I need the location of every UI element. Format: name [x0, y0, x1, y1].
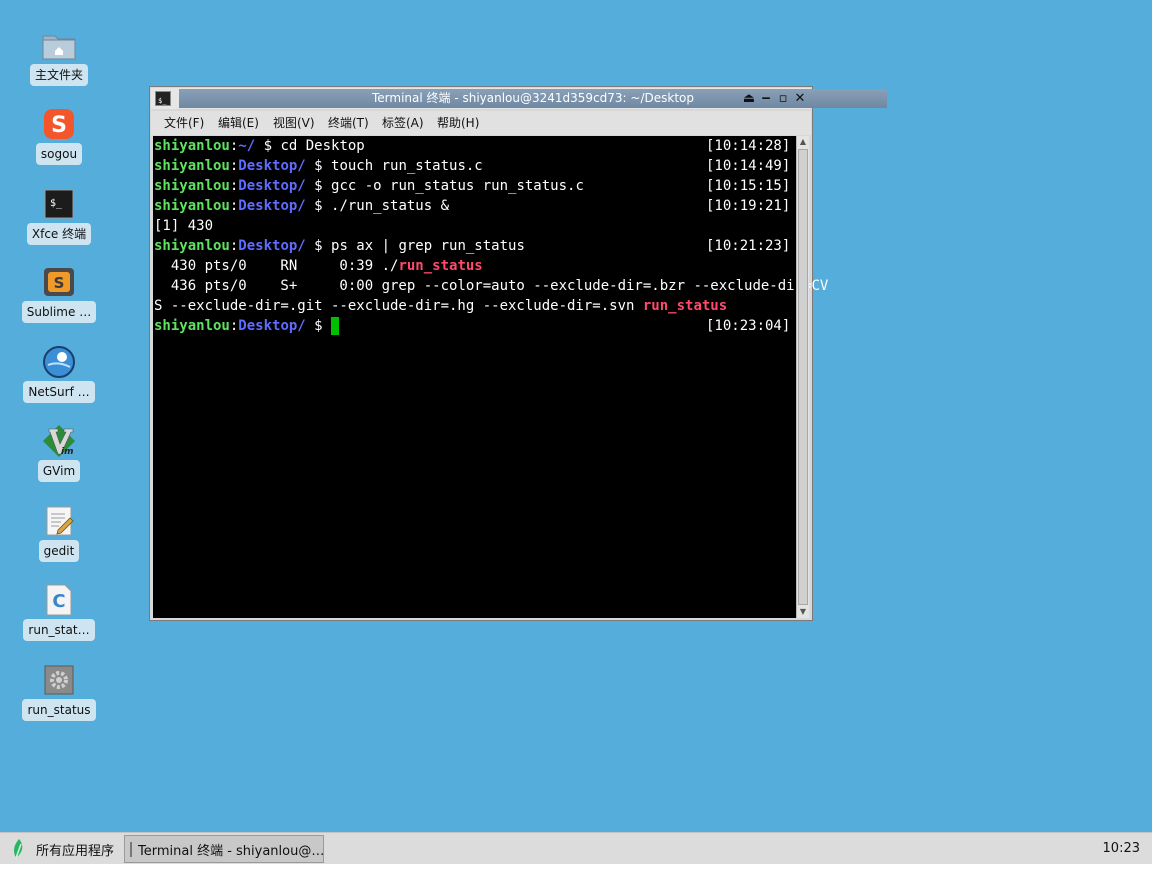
terminal-icon: $_ [42, 187, 76, 221]
desktop-icon-label: gedit [38, 540, 80, 562]
applications-menu-label: 所有应用程序 [36, 843, 115, 859]
terminal-line: shiyanlou:Desktop/ $ ./run_status & [154, 198, 450, 214]
netsurf-icon [42, 345, 76, 379]
timestamp: [10:14:49] [706, 158, 791, 174]
shade-icon[interactable]: ⏏ [741, 91, 757, 107]
app-menu-leaf-icon [10, 838, 28, 860]
svg-text:$_: $_ [158, 97, 167, 105]
gedit-icon [42, 504, 76, 538]
desktop-icon-run-status[interactable]: run_status [18, 663, 100, 727]
desktop-icon-label: sogou [35, 143, 83, 165]
minimize-icon[interactable]: ‒ [758, 91, 774, 107]
desktop-icon-label: run_stat… [23, 619, 95, 641]
executable-gear-icon [42, 663, 76, 697]
terminal-scrollbar[interactable]: ▲ ▼ [796, 136, 809, 618]
svg-text:S: S [54, 274, 65, 292]
taskbar: 所有应用程序 Terminal 终端 - shiyanlou@… 10:23 [0, 832, 1152, 864]
gvim-icon: im [42, 424, 76, 458]
sublime-icon: S [42, 265, 76, 299]
svg-text:C: C [52, 591, 65, 612]
timestamp: [10:23:04] [706, 318, 791, 334]
desktop: 主文件夹 S sogou $_ Xfce 终端 S Sublime … NetS… [0, 0, 1152, 832]
text-cursor [331, 317, 340, 335]
screen-bottom-strip [0, 864, 1152, 896]
desktop-icon-label: GVim [37, 460, 81, 482]
terminal-output-line: [1] 430 [154, 218, 214, 234]
taskbar-window-label: Terminal 终端 - shiyanlou@… [138, 843, 324, 859]
desktop-icon-label: run_status [22, 699, 96, 721]
sogou-icon: S [42, 107, 76, 141]
menu-terminal[interactable]: 终端(T) [328, 111, 369, 135]
terminal-output-line: 436 pts/0 S+ 0:00 grep --color=auto --ex… [154, 278, 829, 294]
scroll-down-icon[interactable]: ▼ [797, 606, 809, 618]
menu-help[interactable]: 帮助(H) [437, 111, 479, 135]
terminal-prompt-line: shiyanlou:Desktop/ $ [154, 316, 340, 336]
desktop-icon-gvim[interactable]: im GVim [18, 424, 100, 488]
menu-file[interactable]: 文件(F) [164, 111, 204, 135]
maximize-icon[interactable]: ▫ [775, 91, 791, 107]
timestamp: [10:14:28] [706, 138, 791, 154]
desktop-icon-netsurf[interactable]: NetSurf … [18, 345, 100, 409]
scroll-up-icon[interactable]: ▲ [797, 136, 809, 148]
desktop-icon-home[interactable]: 主文件夹 [18, 28, 100, 92]
menu-view[interactable]: 视图(V) [273, 111, 315, 135]
desktop-icon-label: NetSurf … [23, 381, 95, 403]
terminal-app-icon[interactable]: $_ [155, 91, 171, 106]
home-folder-icon [42, 28, 76, 62]
desktop-icon-label: 主文件夹 [29, 64, 88, 86]
terminal-line: shiyanlou:Desktop/ $ touch run_status.c [154, 158, 483, 174]
taskbar-window-button[interactable]: Terminal 终端 - shiyanlou@… [124, 835, 324, 863]
svg-text:S: S [51, 113, 67, 138]
desktop-icon-gedit[interactable]: gedit [18, 504, 100, 568]
close-icon[interactable]: ✕ [792, 91, 808, 107]
terminal-line: shiyanlou:Desktop/ $ gcc -o run_status r… [154, 178, 584, 194]
desktop-icon-sublime[interactable]: S Sublime … [18, 265, 100, 329]
terminal-task-icon [130, 841, 132, 857]
clock[interactable]: 10:23 [1103, 833, 1140, 865]
timestamp: [10:15:15] [706, 178, 791, 194]
desktop-icon-run-status-c[interactable]: C run_stat… [18, 583, 100, 647]
scrollbar-thumb[interactable] [798, 149, 808, 605]
desktop-icon-xfce-terminal[interactable]: $_ Xfce 终端 [18, 187, 100, 251]
terminal-line: shiyanlou:Desktop/ $ ps ax | grep run_st… [154, 238, 525, 254]
terminal-output-line: 430 pts/0 RN 0:39 ./run_status [154, 258, 483, 274]
desktop-icon-label: Xfce 终端 [26, 223, 92, 245]
applications-menu-button[interactable]: 所有应用程序 [4, 835, 122, 863]
menubar: 文件(F) 编辑(E) 视图(V) 终端(T) 标签(A) 帮助(H) [151, 111, 811, 135]
window-titlebar[interactable]: $_ Terminal 终端 - shiyanlou@3241d359cd73:… [151, 88, 887, 109]
svg-text:im: im [61, 447, 73, 457]
terminal-output-line: S --exclude-dir=.git --exclude-dir=.hg -… [154, 298, 728, 314]
terminal-window[interactable]: $_ Terminal 终端 - shiyanlou@3241d359cd73:… [149, 86, 887, 621]
c-source-file-icon: C [42, 583, 76, 617]
svg-text:$_: $_ [50, 198, 63, 209]
terminal-output[interactable]: shiyanlou:~/ $ cd Desktop [10:14:28] shi… [153, 136, 828, 618]
terminal-line: shiyanlou:~/ $ cd Desktop [154, 138, 365, 154]
timestamp: [10:21:23] [706, 238, 791, 254]
desktop-icon-sogou[interactable]: S sogou [18, 107, 100, 171]
menu-tabs[interactable]: 标签(A) [382, 111, 424, 135]
timestamp: [10:19:21] [706, 198, 791, 214]
menu-edit[interactable]: 编辑(E) [218, 111, 259, 135]
desktop-icon-label: Sublime … [21, 301, 97, 323]
